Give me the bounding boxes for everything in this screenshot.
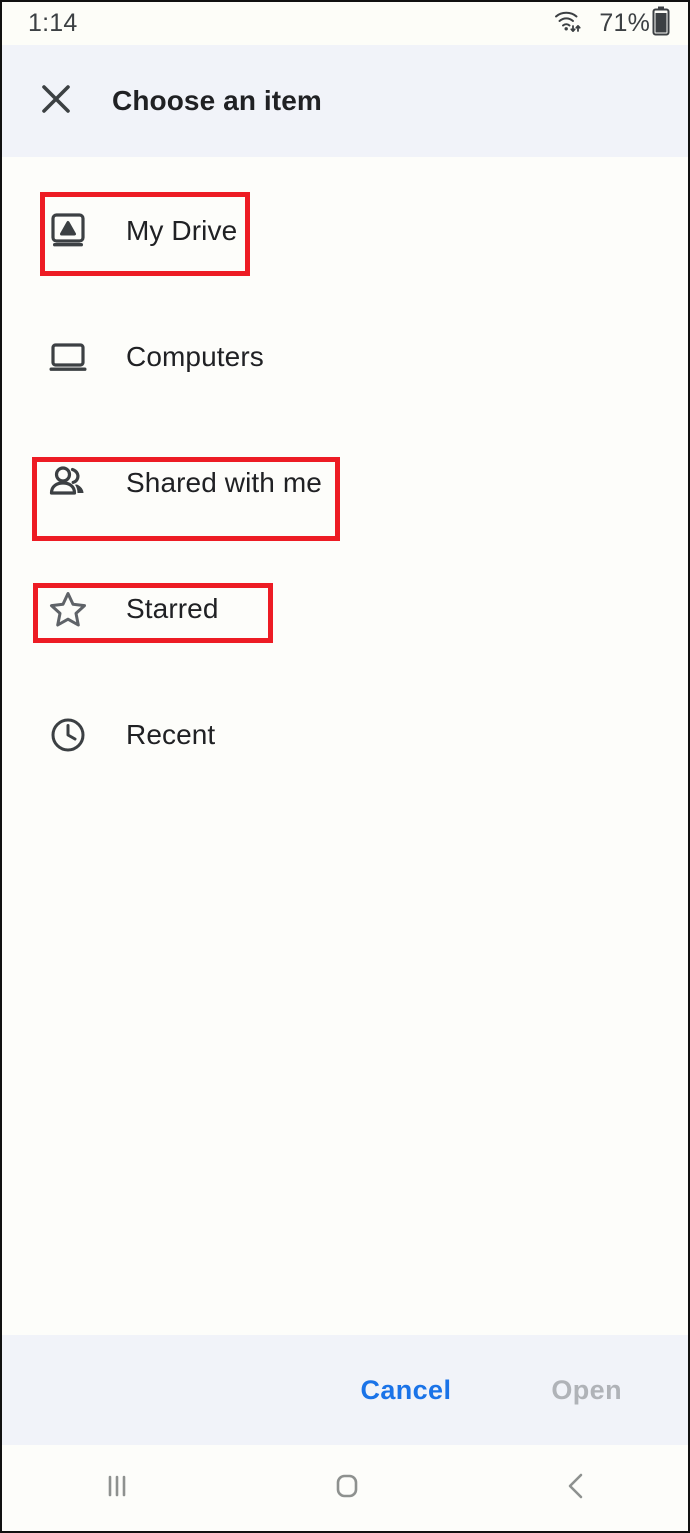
battery-indicator: 71% [599,6,670,41]
cancel-button[interactable]: Cancel [346,1365,465,1416]
item-list: My Drive Computers Shared with me Starre… [2,157,688,1335]
recents-icon [100,1469,134,1508]
list-item-my-drive[interactable]: My Drive [2,191,688,271]
open-button[interactable]: Open [537,1365,636,1416]
page-title: Choose an item [112,85,322,116]
drive-icon [45,208,91,254]
laptop-icon [45,334,91,380]
list-item-recent[interactable]: Recent [2,695,688,775]
list-item-label: Computers [126,341,264,372]
list-item-label: Recent [126,719,216,750]
phone-screen: 1:14 71% Choose an item My Drive Compute… [0,0,690,1533]
home-button[interactable] [287,1453,407,1523]
clock-icon [45,712,91,758]
list-item-starred[interactable]: Starred [2,569,688,649]
home-icon [330,1469,364,1508]
back-button[interactable] [517,1453,637,1523]
star-icon [45,586,91,632]
battery-percent: 71% [599,9,650,37]
dialog-footer: Cancel Open [2,1335,688,1445]
status-time: 1:14 [28,9,78,37]
list-item-computers[interactable]: Computers [2,317,688,397]
people-icon [45,460,91,506]
dialog-header: Choose an item [2,45,688,157]
close-button[interactable] [24,69,88,133]
list-item-label: Starred [126,593,219,624]
android-nav-bar [2,1445,688,1531]
list-item-label: Shared with me [126,467,322,498]
wifi-icon [553,7,583,40]
status-bar: 1:14 71% [2,2,688,45]
close-icon [38,81,74,122]
recents-button[interactable] [57,1453,177,1523]
list-item-shared-with-me[interactable]: Shared with me [2,443,688,523]
back-icon [560,1469,594,1508]
status-indicators: 71% [553,6,670,41]
list-item-label: My Drive [126,215,238,246]
battery-icon [652,6,670,41]
